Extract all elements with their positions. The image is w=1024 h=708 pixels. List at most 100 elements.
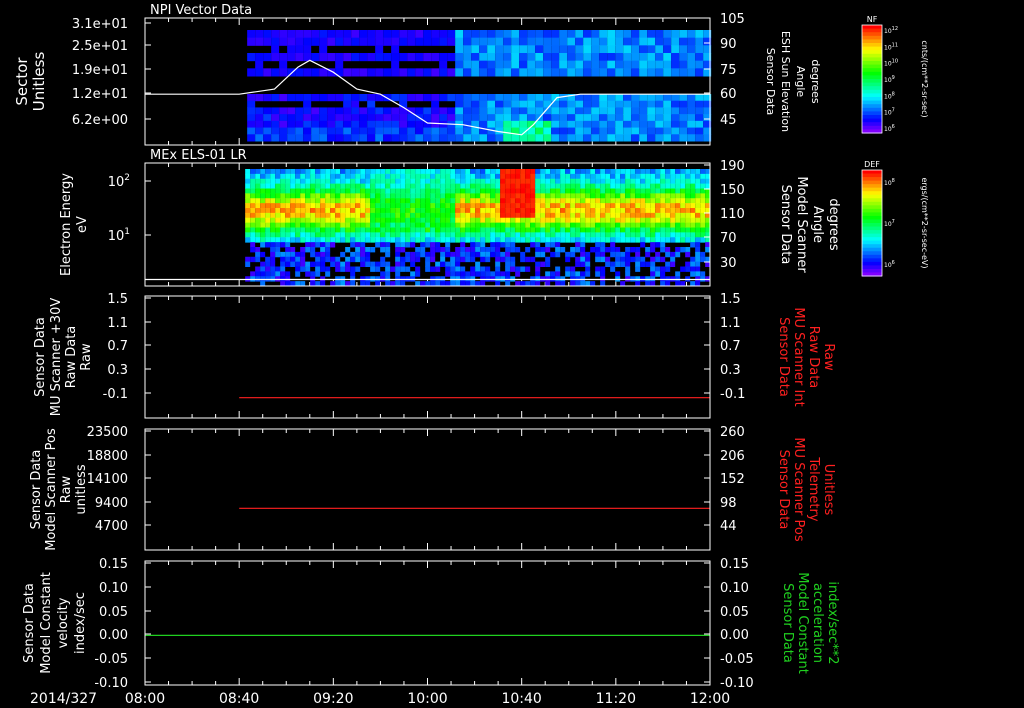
heatmap-cell (367, 120, 376, 129)
heatmap-cell (279, 127, 288, 135)
heatmap-cell (270, 271, 276, 277)
heatmap-cell (255, 222, 261, 228)
heatmap-cell (555, 193, 561, 199)
heatmap-cell (600, 266, 606, 272)
heatmap-cell (690, 237, 696, 243)
heatmap-cell (303, 134, 312, 142)
heatmap-cell (455, 203, 461, 209)
heatmap-cell (475, 212, 481, 219)
heatmap-cell (471, 68, 480, 77)
heatmap-cell (410, 212, 416, 219)
panel-2-heatmap (245, 169, 711, 287)
heatmap-cell (383, 134, 392, 142)
heatmap-cell (660, 208, 666, 214)
heatmap-cell (350, 237, 356, 243)
heatmap-cell (610, 169, 616, 175)
heatmap-cell (335, 232, 341, 238)
heatmap-cell (631, 94, 640, 102)
heatmap-cell (415, 198, 421, 204)
heatmap-cell (495, 183, 501, 189)
heatmap-cell (245, 208, 251, 214)
heatmap-cell (320, 169, 326, 175)
heatmap-cell (319, 68, 328, 77)
heatmap-cell (285, 232, 291, 238)
heatmap-cell (510, 212, 516, 219)
heatmap-cell (680, 203, 686, 209)
heatmap-cell (535, 203, 541, 209)
colorbar-swatch (862, 237, 882, 242)
heatmap-cell (475, 271, 481, 277)
heatmap-cell (310, 261, 316, 267)
heatmap-cell (415, 169, 421, 175)
heatmap-cell (555, 266, 561, 272)
heatmap-cell (595, 193, 601, 199)
heatmap-cell (450, 217, 456, 224)
heatmap-cell (695, 203, 701, 209)
heatmap-cell (551, 45, 560, 54)
heatmap-cell (290, 261, 296, 267)
heatmap-cell (360, 212, 366, 219)
heatmap-cell (580, 178, 586, 185)
heatmap-cell (391, 45, 400, 54)
heatmap-cell (520, 251, 526, 258)
colorbar-swatch (862, 61, 882, 66)
heatmap-cell (405, 212, 411, 219)
heatmap-cell (495, 212, 501, 219)
heatmap-cell (375, 53, 384, 62)
heatmap-cell (665, 193, 671, 199)
heatmap-cell (525, 193, 531, 199)
heatmap-cell (435, 183, 441, 189)
heatmap-cell (285, 217, 291, 224)
heatmap-cell (370, 247, 376, 253)
heatmap-cell (325, 247, 331, 253)
heatmap-cell (600, 193, 606, 199)
heatmap-cell (343, 37, 352, 46)
heatmap-cell (250, 217, 256, 224)
heatmap-cell (445, 237, 451, 243)
heatmap-cell (415, 68, 424, 77)
heatmap-cell (510, 237, 516, 243)
heatmap-cell (350, 173, 356, 180)
heatmap-cell (265, 198, 271, 204)
heatmap-cell (570, 178, 576, 185)
heatmap-cell (465, 173, 471, 180)
heatmap-cell (455, 173, 461, 180)
heatmap-cell (260, 188, 266, 194)
heatmap-cell (355, 208, 361, 214)
heatmap-cell (343, 127, 352, 135)
heatmap-cell (345, 173, 351, 180)
heatmap-cell (300, 232, 306, 238)
colorbar-swatch (862, 177, 882, 182)
heatmap-cell (255, 198, 261, 204)
heatmap-cell (530, 169, 536, 175)
colorbar-label-def: DEF (864, 160, 880, 169)
heatmap-cell (635, 178, 641, 185)
heatmap-cell (423, 107, 432, 115)
heatmap-cell (690, 232, 696, 238)
heatmap-cell (335, 94, 344, 102)
heatmap-cell (510, 232, 516, 238)
heatmap-cell (465, 232, 471, 238)
colorbar-swatch (862, 265, 882, 270)
heatmap-cell (365, 261, 371, 267)
heatmap-cell (335, 261, 341, 267)
heatmap-cell (635, 256, 641, 263)
heatmap-cell (630, 203, 636, 209)
heatmap-cell (535, 178, 541, 185)
heatmap-cell (265, 203, 271, 209)
heatmap-cell (465, 198, 471, 204)
heatmap-cell (700, 212, 706, 219)
heatmap-cell (250, 242, 256, 248)
heatmap-cell (510, 266, 516, 272)
heatmap-cell (670, 203, 676, 209)
heatmap-cell (620, 208, 626, 214)
heatmap-cell (620, 203, 626, 209)
colorbar-swatch (862, 201, 882, 206)
heatmap-cell (415, 178, 421, 185)
heatmap-cell (665, 208, 671, 214)
heatmap-cell (590, 237, 596, 243)
heatmap-cell (503, 100, 512, 108)
heatmap-cell (550, 173, 556, 180)
heatmap-cell (287, 37, 296, 46)
heatmap-cell (410, 208, 416, 214)
